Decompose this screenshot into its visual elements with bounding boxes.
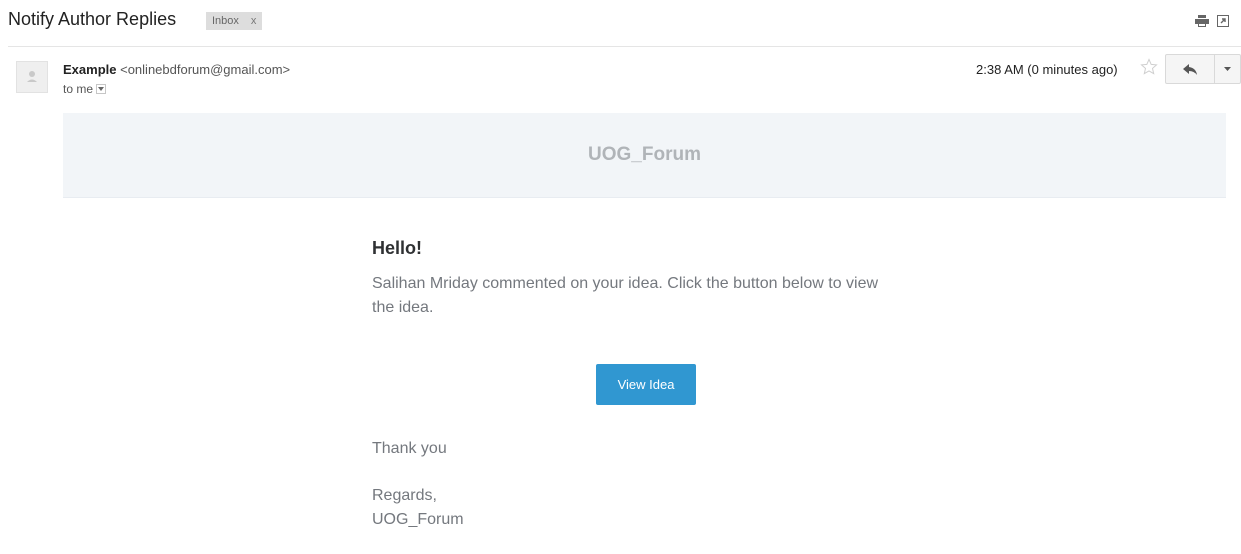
greeting: Hello!: [372, 238, 423, 258]
email-subject: Notify Author Replies: [8, 9, 177, 29]
remove-label-button[interactable]: x: [251, 12, 257, 30]
person-icon: [27, 71, 37, 82]
subject-bar: Notify Author Replies Inbox x: [0, 0, 1241, 46]
thanks-text: Thank you: [372, 440, 447, 457]
message-timestamp: 2:38 AM (0 minutes ago): [976, 62, 1118, 77]
subject-divider: [8, 46, 1241, 47]
email-header-title[interactable]: UOG_Forum: [588, 144, 701, 166]
new-window-icon[interactable]: [1217, 15, 1229, 27]
email-header-banner: UOG_Forum: [63, 113, 1226, 198]
signature-line: UOG_Forum: [372, 511, 464, 528]
star-icon[interactable]: [1140, 58, 1158, 76]
reply-button[interactable]: [1165, 54, 1215, 84]
chevron-down-icon: [98, 87, 105, 91]
print-icon[interactable]: [1195, 15, 1209, 27]
view-idea-button[interactable]: View Idea: [596, 364, 696, 405]
reply-icon: [1183, 63, 1197, 75]
inbox-label[interactable]: Inbox x: [206, 12, 263, 30]
regards-block: Regards, UOG_Forum: [372, 484, 464, 532]
body-text: Salihan Mriday commented on your idea. C…: [372, 275, 879, 316]
sender-line[interactable]: Example <onlinebdforum@gmail.com>: [63, 62, 290, 77]
chevron-down-icon: [1224, 67, 1231, 71]
button-wrapper: View Idea: [596, 364, 696, 405]
inbox-label-text: Inbox: [212, 15, 239, 27]
regards-line: Regards,: [372, 487, 437, 504]
to-text: to me: [63, 82, 94, 96]
email-body: Hello! Salihan Mriday commented on your …: [372, 238, 892, 528]
sender-name[interactable]: Example: [63, 62, 116, 77]
details-toggle[interactable]: [96, 84, 107, 94]
recipient-line: to me: [63, 82, 107, 96]
more-options-button[interactable]: [1214, 54, 1241, 84]
avatar[interactable]: [16, 61, 48, 93]
sender-email: <onlinebdforum@gmail.com>: [120, 62, 291, 77]
